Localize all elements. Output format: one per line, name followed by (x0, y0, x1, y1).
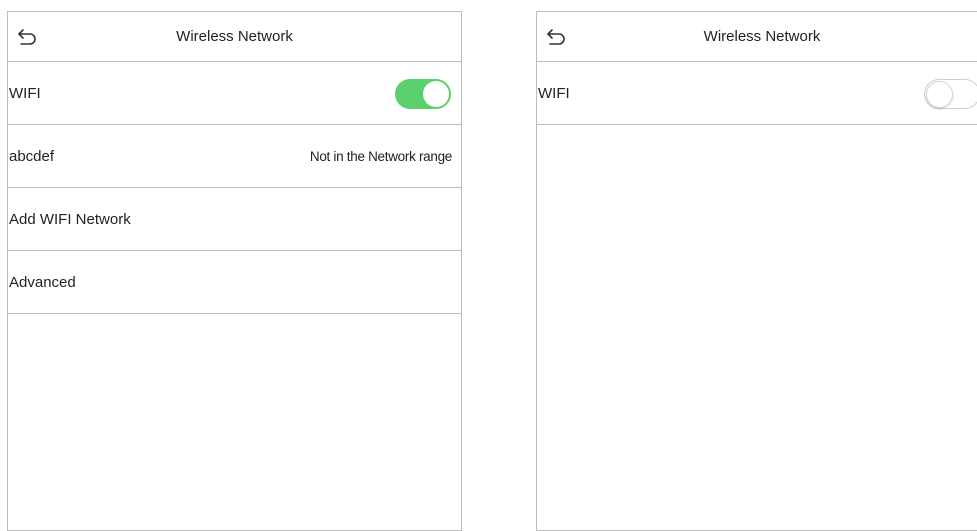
wifi-row: WIFI (537, 62, 977, 125)
add-wifi-network-item[interactable]: Add WIFI Network (8, 188, 461, 251)
wifi-toggle[interactable] (395, 79, 451, 109)
page-title: Wireless Network (703, 28, 821, 45)
page-title: Wireless Network (176, 28, 293, 45)
add-wifi-network-label: Add WIFI Network (9, 211, 131, 228)
network-item-abcdef[interactable]: abcdef Not in the Network range (8, 125, 461, 188)
wifi-toggle[interactable] (924, 79, 977, 109)
wireless-network-screen-wifi-on: Wireless Network WIFI abcdef Not in the … (7, 11, 462, 531)
toggle-knob (423, 81, 449, 107)
network-status: Not in the Network range (309, 149, 452, 164)
network-ssid: abcdef (9, 148, 55, 165)
advanced-item[interactable]: Advanced (8, 251, 461, 314)
wifi-label: WIFI (9, 85, 41, 102)
header: Wireless Network (8, 12, 461, 62)
wifi-row: WIFI (8, 62, 461, 125)
header: Wireless Network (537, 12, 977, 62)
advanced-label: Advanced (9, 274, 76, 291)
toggle-knob (926, 81, 953, 108)
wifi-label: WIFI (538, 85, 570, 102)
wireless-network-screen-wifi-off: Wireless Network WIFI (536, 11, 977, 531)
